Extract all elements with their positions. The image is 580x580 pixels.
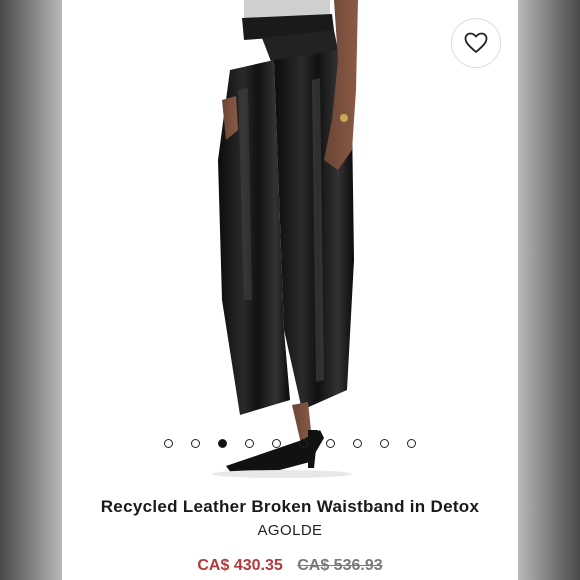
product-title: Recycled Leather Broken Waistband in Det… [100,497,480,516]
product-brand[interactable]: AGOLDE [62,522,518,539]
carousel-dot[interactable] [245,438,254,448]
sale-price: CA$ 430.35 [197,557,283,574]
price-row: CA$ 430.35 CA$ 536.93 [62,557,518,575]
carousel-dot[interactable] [272,438,281,448]
carousel-dot[interactable] [353,438,362,448]
carousel-dot[interactable] [299,438,308,448]
carousel-dot[interactable] [407,438,416,448]
carousel-indicators [62,437,518,449]
carousel-dot[interactable] [164,438,173,448]
carousel-dot[interactable] [191,438,200,448]
right-backdrop [518,0,580,580]
favorite-button[interactable] [451,18,501,68]
carousel-dot[interactable] [326,438,335,448]
product-card: Recycled Leather Broken Waistband in Det… [62,0,518,580]
original-price: CA$ 536.93 [297,557,383,574]
carousel-dot-active[interactable] [218,438,227,448]
product-image[interactable] [62,0,518,478]
heart-icon [464,32,488,53]
left-backdrop [0,0,62,580]
carousel-dot[interactable] [380,438,389,448]
